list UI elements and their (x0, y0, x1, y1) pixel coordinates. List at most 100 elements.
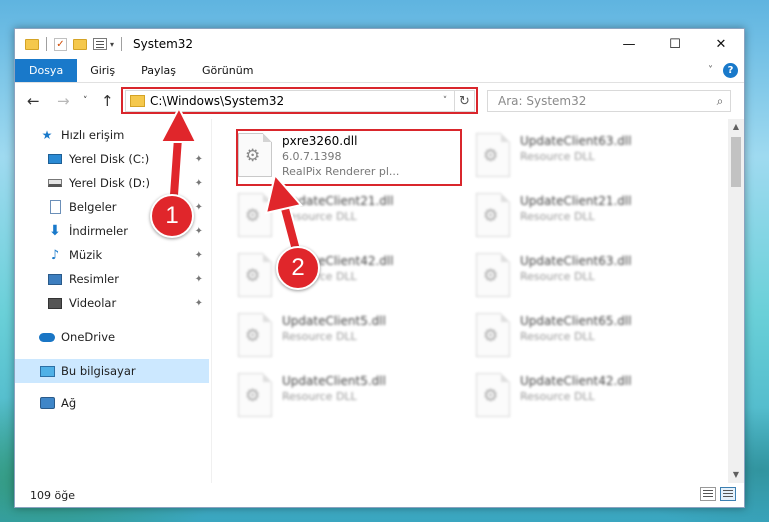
pin-icon[interactable]: ✦ (195, 202, 203, 213)
file-name: UpdateClient42.dll (520, 374, 632, 388)
file-description: Resource DLL (282, 210, 357, 223)
gear-icon: ⚙ (245, 266, 261, 286)
sidebar-item-quick-access[interactable]: ★ Hızlı erişim (15, 123, 209, 147)
pictures-icon (47, 272, 63, 286)
sidebar-item-label: Bu bilgisayar (61, 364, 136, 378)
sidebar-item-music[interactable]: ♪ Müzik ✦ (15, 243, 209, 267)
dll-file-icon: ⚙ (476, 133, 510, 177)
file-item[interactable]: ⚙ UpdateClient5.dll Resource DLL (232, 307, 454, 363)
back-arrow-icon[interactable]: ← (27, 92, 40, 110)
file-item[interactable]: ⚙ UpdateClient63.dll Resource DLL (470, 247, 692, 303)
new-folder-icon[interactable] (73, 38, 87, 50)
search-icon[interactable]: ⌕ (710, 94, 730, 109)
pin-icon[interactable]: ✦ (195, 250, 203, 261)
file-item[interactable]: ⚙ UpdateClient65.dll Resource DLL (470, 307, 692, 363)
file-item[interactable]: ⚙ UpdateClient42.dll Resource DLL (470, 367, 692, 423)
scroll-down-arrow-icon[interactable]: ▼ (728, 467, 744, 483)
gear-icon: ⚙ (245, 326, 261, 346)
drive-icon (47, 176, 63, 190)
search-box[interactable]: Ara: System32 ⌕ (487, 90, 731, 112)
gear-icon: ⚙ (483, 386, 499, 406)
tab-share[interactable]: Paylaş (128, 59, 189, 82)
step-badge-1: 1 (150, 194, 194, 238)
sidebar-item-label: Müzik (69, 248, 103, 262)
file-item[interactable]: ⚙ UpdateClient63.dll Resource DLL (470, 127, 692, 183)
tab-file[interactable]: Dosya (15, 59, 78, 82)
file-item[interactable]: ⚙ UpdateClient21.dll Resource DLL (232, 187, 454, 243)
item-count: 109 öğe (30, 488, 75, 502)
sidebar-item-label: Ağ (61, 396, 77, 410)
file-description: Resource DLL (520, 270, 595, 283)
address-highlight-box (121, 87, 478, 114)
dll-file-icon: ⚙ (238, 193, 272, 237)
collapse-ribbon-chevron-icon[interactable]: ˅ (708, 65, 713, 76)
sidebar-item-videos[interactable]: Videolar ✦ (15, 291, 209, 315)
gear-icon: ⚙ (483, 206, 499, 226)
search-placeholder[interactable]: Ara: System32 (498, 94, 710, 108)
title-separator (121, 37, 123, 51)
status-bar: 109 öğe (15, 483, 744, 507)
sidebar-item-label: Videolar (69, 296, 117, 310)
tiles-view-icon[interactable] (720, 487, 736, 501)
file-name: UpdateClient63.dll (520, 134, 632, 148)
file-item[interactable]: ⚙ UpdateClient5.dll Resource DLL (232, 367, 454, 423)
sidebar-item-label: Yerel Disk (D:) (69, 176, 151, 190)
sidebar-item-onedrive[interactable]: OneDrive (15, 325, 209, 349)
dll-file-icon: ⚙ (476, 373, 510, 417)
dll-file-icon: ⚙ (476, 193, 510, 237)
pin-icon[interactable]: ✦ (195, 226, 203, 237)
properties-check-icon[interactable]: ✓ (54, 37, 67, 51)
close-button[interactable]: ✕ (698, 29, 744, 59)
scroll-thumb[interactable] (731, 137, 741, 187)
dll-file-icon: ⚙ (238, 373, 272, 417)
gear-icon: ⚙ (483, 266, 499, 286)
vertical-scrollbar[interactable]: ▲ ▼ (728, 119, 744, 483)
gear-icon: ⚙ (245, 386, 261, 406)
properties-icon[interactable] (93, 38, 107, 50)
file-highlight-box (236, 129, 462, 186)
help-icon[interactable]: ? (723, 63, 738, 78)
file-item[interactable]: ⚙ UpdateClient21.dll Resource DLL (470, 187, 692, 243)
file-list: ⚙ pxre3260.dll 6.0.7.1398 RealPix Render… (212, 119, 728, 483)
computer-icon (39, 364, 55, 378)
navigation-pane: ★ Hızlı erişim Yerel Disk (C:) ✦ Yerel D… (15, 119, 211, 483)
sidebar-item-local-disk-c[interactable]: Yerel Disk (C:) ✦ (15, 147, 209, 171)
document-icon (47, 200, 63, 214)
recent-locations-chevron-icon[interactable]: ˅ (83, 96, 88, 106)
file-description: Resource DLL (282, 330, 357, 343)
scroll-up-arrow-icon[interactable]: ▲ (728, 119, 744, 135)
window-controls: — ☐ ✕ (606, 29, 744, 59)
sidebar-item-pictures[interactable]: Resimler ✦ (15, 267, 209, 291)
forward-arrow-icon[interactable]: → (57, 92, 70, 110)
file-name: UpdateClient5.dll (282, 314, 386, 328)
file-description: Resource DLL (282, 390, 357, 403)
sidebar-item-this-pc[interactable]: Bu bilgisayar (15, 359, 209, 383)
file-item[interactable]: ⚙ UpdateClient42.dll Resource DLL (232, 247, 454, 303)
pin-icon[interactable]: ✦ (195, 274, 203, 285)
pin-icon[interactable]: ✦ (195, 298, 203, 309)
file-description: Resource DLL (520, 330, 595, 343)
gear-icon: ⚙ (483, 326, 499, 346)
dll-file-icon: ⚙ (476, 253, 510, 297)
sidebar-item-label: Yerel Disk (C:) (69, 152, 150, 166)
sidebar-item-label: İndirmeler (69, 224, 128, 238)
sidebar-item-network[interactable]: Ağ (15, 391, 209, 415)
gear-icon: ⚙ (483, 146, 499, 166)
tab-view[interactable]: Görünüm (189, 59, 266, 82)
maximize-button[interactable]: ☐ (652, 29, 698, 59)
customize-toolbar-chevron-icon[interactable]: ▾ (110, 40, 114, 49)
drive-icon (47, 152, 63, 166)
pin-icon[interactable]: ✦ (195, 178, 203, 189)
file-name: UpdateClient5.dll (282, 374, 386, 388)
file-description: Resource DLL (520, 150, 595, 163)
sidebar-item-local-disk-d[interactable]: Yerel Disk (D:) ✦ (15, 171, 209, 195)
minimize-button[interactable]: — (606, 29, 652, 59)
file-description: Resource DLL (520, 390, 595, 403)
file-name: UpdateClient21.dll (520, 194, 632, 208)
up-arrow-icon[interactable]: ↑ (101, 92, 114, 110)
details-view-icon[interactable] (700, 487, 716, 501)
file-description: Resource DLL (520, 210, 595, 223)
sidebar-item-label: Resimler (69, 272, 119, 286)
pin-icon[interactable]: ✦ (195, 154, 203, 165)
tab-home[interactable]: Giriş (77, 59, 128, 82)
